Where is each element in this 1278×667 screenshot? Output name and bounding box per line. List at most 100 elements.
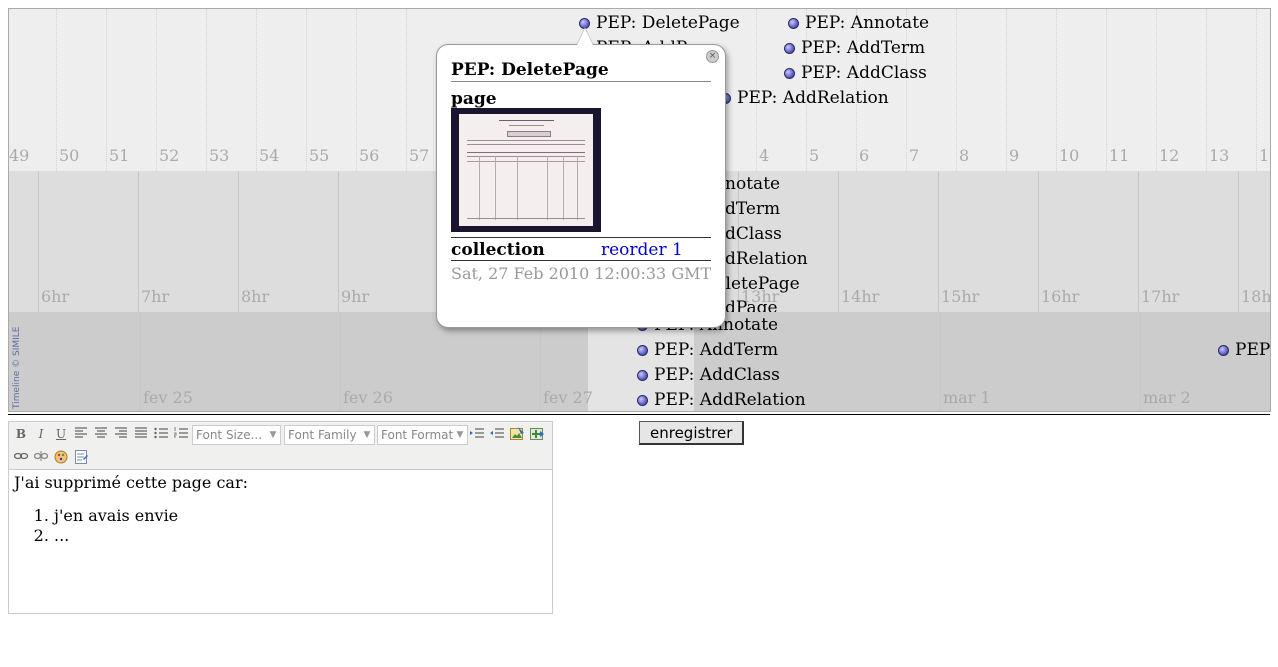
event-label[interactable]: PEP: AddClass (801, 63, 927, 83)
tick-label: 9 (1009, 146, 1020, 165)
timeline-event[interactable]: PEP: Annotate (788, 13, 929, 33)
collection-link[interactable]: reorder 1 (601, 240, 683, 260)
tick-label: 51 (109, 146, 130, 165)
tick-label: 11 (1109, 146, 1130, 165)
tick-label: 54 (259, 146, 280, 165)
editor-content[interactable]: J'ai supprimé cette page car: j'en avais… (14, 473, 547, 546)
timeline-event[interactable]: PEP: (1218, 340, 1270, 360)
page-thumbnail[interactable] (451, 108, 601, 232)
unordered-list-icon[interactable] (152, 425, 170, 443)
italic-button[interactable]: I (32, 425, 50, 443)
event-popup: × PEP: DeletePage page collection reorde… (436, 44, 726, 328)
rich-text-editor[interactable]: B I U Font Size... ▼ Font Family ▼ Font Fo… (8, 421, 553, 614)
tick-label: fev 25 (143, 388, 193, 407)
event-label[interactable]: PEP: AddRelation (737, 88, 889, 108)
ordered-list-icon[interactable] (172, 425, 190, 443)
tick-label: mar 2 (1143, 388, 1191, 407)
popup-date: Sat, 27 Feb 2010 12:00:33 GMT (451, 264, 712, 283)
tick-label: 18h (1241, 287, 1270, 306)
list-item: ... (54, 526, 547, 545)
tick-label: 57 (409, 146, 430, 165)
event-label[interactable]: PEP: DeletePage (596, 13, 740, 33)
tick-label: 7hr (141, 287, 170, 306)
timeline-event[interactable]: PEP: AddClass (784, 63, 927, 83)
timeline-event[interactable]: PEP: DeletePage (579, 13, 740, 33)
list-item: j'en avais envie (54, 506, 547, 525)
align-center-icon[interactable] (92, 425, 110, 443)
separator (8, 414, 1270, 415)
indent-icon[interactable] (468, 425, 486, 443)
event-marker-icon[interactable] (784, 43, 795, 54)
tick-label: 6hr (41, 287, 70, 306)
event-label[interactable]: PEP: AddTerm (654, 340, 778, 360)
event-marker-icon[interactable] (1218, 345, 1229, 356)
event-marker-icon[interactable] (637, 370, 648, 381)
save-button[interactable]: enregistrer (639, 421, 745, 445)
timeline-event[interactable]: PEP: AddClass (637, 365, 780, 385)
event-label[interactable]: PEP: AddTerm (801, 38, 925, 58)
tick-label: 15hr (941, 287, 980, 306)
event-label[interactable]: PEP: (1235, 340, 1270, 360)
underline-button[interactable]: U (52, 425, 70, 443)
event-label[interactable]: PEP: AddRelation (654, 390, 806, 410)
tick-label: 14hr (841, 287, 880, 306)
event-marker-icon[interactable] (784, 68, 795, 79)
event-marker-icon[interactable] (637, 345, 648, 356)
tick-label: 12 (1159, 146, 1180, 165)
tick-label: 7 (909, 146, 920, 165)
tick-label: 50 (59, 146, 80, 165)
tick-label: 52 (159, 146, 180, 165)
tick-label: 1 (1259, 146, 1270, 165)
font-family-select[interactable]: Font Family ▼ (284, 425, 375, 445)
insert-media-icon[interactable] (528, 425, 546, 443)
popup-pointer (577, 28, 593, 45)
tick-label: 49 (9, 146, 30, 165)
tick-label: 13 (1209, 146, 1230, 165)
tick-label: 16hr (1041, 287, 1080, 306)
align-left-icon[interactable] (72, 425, 90, 443)
event-marker-icon[interactable] (788, 18, 799, 29)
event-label[interactable]: PEP: AddClass (654, 365, 780, 385)
timeline-event[interactable]: PEP: AddRelation (637, 390, 806, 410)
font-format-select[interactable]: Font Format ▼ (377, 425, 468, 445)
link-icon[interactable] (12, 448, 30, 466)
insert-image-icon[interactable] (508, 425, 526, 443)
font-size-select[interactable]: Font Size... ▼ (192, 425, 281, 445)
align-justify-icon[interactable] (132, 425, 150, 443)
timeline-event[interactable]: PEP: AddTerm (637, 340, 778, 360)
tick-label: 53 (209, 146, 230, 165)
popup-collection-row: collection reorder 1 (451, 237, 711, 261)
align-right-icon[interactable] (112, 425, 130, 443)
timeline-event[interactable]: PEP: AddRelation (720, 88, 889, 108)
event-marker-icon[interactable] (637, 395, 648, 406)
popup-page-label: page (451, 89, 497, 109)
tick-label: 17hr (1141, 287, 1180, 306)
tick-label: 8 (959, 146, 970, 165)
html-source-icon[interactable] (72, 448, 90, 466)
tick-label: fev 26 (343, 388, 393, 407)
chevron-down-icon: ▼ (361, 426, 373, 444)
editor-ordered-list: j'en avais envie ... (14, 506, 547, 545)
event-label[interactable]: PEP: Annotate (805, 13, 929, 33)
tick-label: 10 (1059, 146, 1080, 165)
popup-title: PEP: DeletePage (451, 60, 711, 82)
tick-label: fev 27 (543, 388, 593, 407)
tick-label: 9hr (341, 287, 370, 306)
bold-button[interactable]: B (12, 425, 30, 443)
timeline-event[interactable]: PEP: AddTerm (784, 38, 925, 58)
tick-label: 8hr (241, 287, 270, 306)
tick-label: 55 (309, 146, 330, 165)
unlink-icon[interactable] (32, 448, 50, 466)
tick-label: 4 (759, 146, 770, 165)
collection-label: collection (451, 240, 545, 260)
cleanup-icon[interactable] (52, 448, 70, 466)
chevron-down-icon: ▼ (267, 426, 279, 444)
tick-label: 6 (859, 146, 870, 165)
tick-label: mar 1 (943, 388, 991, 407)
timeline-copyright[interactable]: Timeline © SIMILE (12, 327, 22, 409)
tick-label: 5 (809, 146, 820, 165)
chevron-down-icon: ▼ (454, 426, 466, 444)
outdent-icon[interactable] (488, 425, 506, 443)
editor-toolbar: B I U Font Size... ▼ Font Family ▼ Font Fo… (9, 422, 552, 470)
editor-paragraph: J'ai supprimé cette page car: (14, 473, 249, 492)
